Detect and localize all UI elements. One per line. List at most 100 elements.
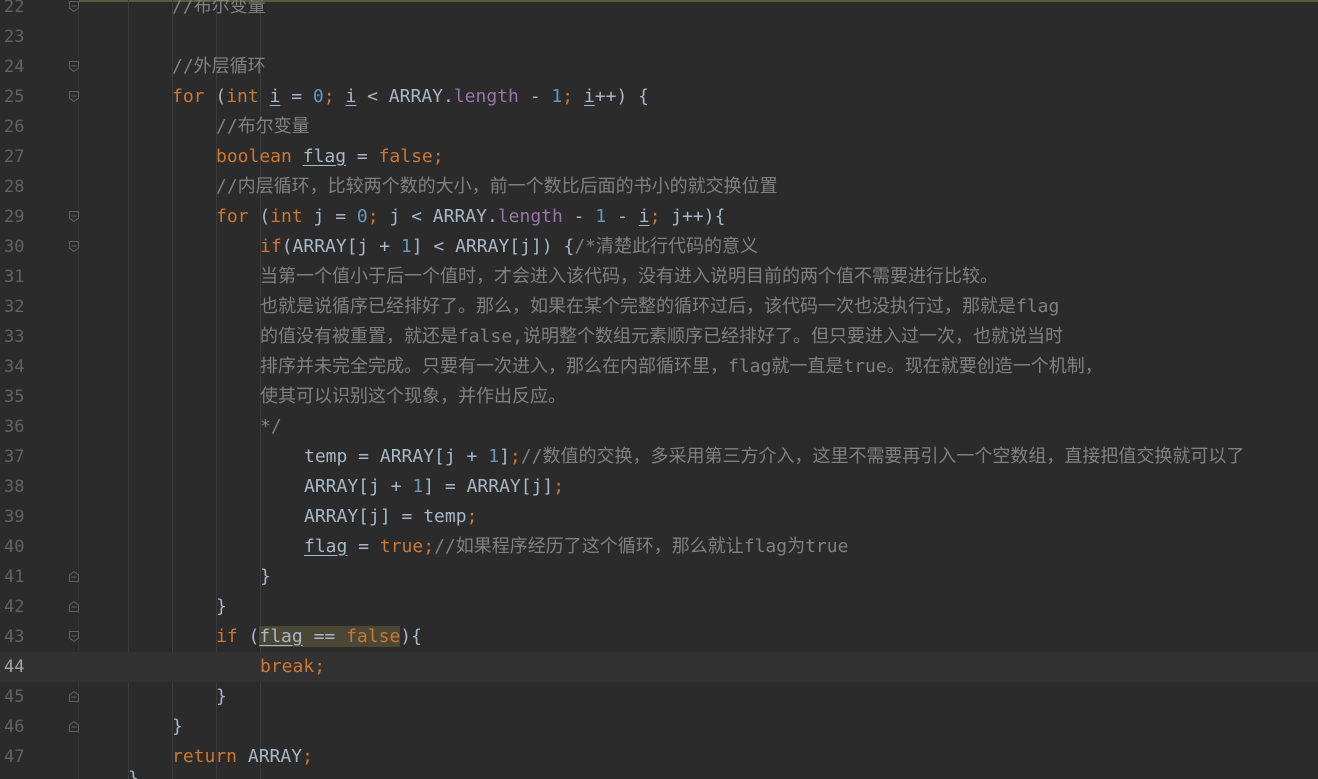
code-text: 也就是说循序已经排好了。那么，如果在某个完整的循环过后，该代码一次也没执行过，那… [260, 292, 1059, 322]
fold-end-icon[interactable] [68, 570, 80, 583]
fold-start-icon[interactable] [68, 90, 80, 103]
code-token: ; [314, 656, 326, 677]
code-token: int [226, 86, 259, 107]
code-token: ; [323, 86, 335, 107]
line-number: 27 [4, 147, 25, 167]
code-line[interactable]: 29 for (int j = 0; j < ARRAY.length - 1 -… [0, 202, 1318, 232]
code-token: //数值的交换，多采用第三方介入，这里不需要再引入一个空数组，直接把值交换就可以… [520, 446, 1245, 467]
code-line[interactable]: 33 的值没有被重置，就还是false,说明整个数组元素顺序已经排好了。但只要进入… [0, 322, 1318, 352]
code-text: //布尔变量 [216, 112, 310, 142]
code-line[interactable]: 45} [0, 682, 1318, 712]
code-token: ; [432, 146, 444, 167]
code-token: //布尔变量 [172, 0, 266, 17]
line-number: 37 [4, 447, 25, 467]
line-number: 32 [4, 297, 25, 317]
code-token: < ARRAY. [356, 86, 454, 107]
code-line[interactable]: 43 if (flag == false){ [0, 622, 1318, 652]
line-number: 38 [4, 477, 25, 497]
code-line[interactable]: 31 当第一个值小于后一个值时，才会进入该代码，没有进入说明目前的两个值不需要进行… [0, 262, 1318, 292]
current-code-line[interactable]: 44 break; [0, 652, 1318, 682]
fold-start-icon[interactable] [68, 60, 80, 73]
line-number: 47 [4, 747, 25, 767]
code-text: //布尔变量 [172, 0, 266, 22]
code-line[interactable]: 30 if(ARRAY[j + 1] < ARRAY[j]) {/*清楚此行代码的… [0, 232, 1318, 262]
code-line[interactable]: 41} [0, 562, 1318, 592]
fold-end-icon[interactable] [68, 600, 80, 613]
fold-end-icon[interactable] [68, 720, 80, 733]
code-text: ARRAY[j] = temp; [304, 502, 477, 532]
code-line[interactable]: 40 flag = true;//如果程序经历了这个循环，那么就让flag为tru… [0, 532, 1318, 562]
code-line[interactable]: 38 ARRAY[j + 1] = ARRAY[j]; [0, 472, 1318, 502]
code-token: boolean [216, 146, 292, 167]
code-token: 0 [312, 86, 324, 107]
code-token: //内层循环，比较两个数的大小，前一个数比后面的书小的就交换位置 [216, 176, 778, 197]
code-token: == [302, 626, 347, 647]
line-number: 36 [4, 417, 25, 437]
code-line[interactable]: 35 使其可以识别这个现象，并作出反应。 [0, 382, 1318, 412]
code-editor[interactable]: 22//布尔变量 23 24//外层循环 25 for (int i = 0; i < … [0, 0, 1318, 779]
code-line[interactable]: 27 boolean flag = false; [0, 142, 1318, 172]
fold-start-icon[interactable] [68, 630, 80, 643]
code-token: 也就是说循序已经排好了。那么，如果在某个完整的循环过后，该代码一次也没执行过，那… [260, 296, 1060, 317]
code-token: */ [260, 416, 282, 437]
code-token: for [172, 86, 205, 107]
code-token: = [280, 86, 313, 107]
code-token: 0 [356, 206, 368, 227]
code-line[interactable]: 47 return ARRAY; [0, 742, 1318, 772]
line-number: 29 [4, 207, 25, 227]
line-number: 43 [4, 627, 25, 647]
code-line[interactable]: 46} [0, 712, 1318, 742]
code-token: for [216, 206, 249, 227]
code-line[interactable]: 23 [0, 22, 1318, 52]
code-text: boolean flag = false; [216, 142, 444, 172]
fold-start-icon[interactable] [68, 210, 80, 223]
code-line[interactable]: 42} [0, 592, 1318, 622]
code-text: if(ARRAY[j + 1] < ARRAY[j]) {/*清楚此行代码的意义 [260, 232, 758, 262]
code-text: 排序并未完全完成。只要有一次进入，那么在内部循环里，flag就一直是true。现… [260, 352, 1103, 382]
code-line[interactable]: 36 */ [0, 412, 1318, 442]
code-token: 的值没有被重置，就还是false,说明整个数组元素顺序已经排好了。但只要进入过一… [260, 326, 1064, 347]
fold-start-icon[interactable] [68, 240, 80, 253]
code-text: 当第一个值小于后一个值时，才会进入该代码，没有进入说明目前的两个值不需要进行比较… [260, 262, 998, 292]
code-line[interactable]: 24 //外层循环 [0, 52, 1318, 82]
code-token: ; [553, 476, 565, 497]
code-token: 1 [595, 206, 607, 227]
code-token: } [172, 716, 183, 737]
code-line[interactable]: 25 for (int i = 0; i < ARRAY.length - 1; … [0, 82, 1318, 112]
code-line[interactable]: 26 //布尔变量 [0, 112, 1318, 142]
code-token: 1 [412, 476, 424, 497]
line-number: 34 [4, 357, 25, 377]
code-line[interactable]: 34 排序并未完全完成。只要有一次进入，那么在内部循环里，flag就一直是true… [0, 352, 1318, 382]
line-number: 30 [4, 237, 25, 257]
code-token: ] = ARRAY[j] [423, 476, 554, 497]
code-line[interactable]: 22 //布尔变量 [0, 0, 1318, 22]
fold-start-icon[interactable] [68, 0, 80, 13]
line-number: 23 [4, 27, 25, 47]
code-token: //布尔变量 [216, 116, 310, 137]
code-token: 1 [551, 86, 563, 107]
line-number: 39 [4, 507, 25, 527]
code-token: break [260, 656, 315, 677]
fold-end-icon[interactable] [68, 690, 80, 703]
code-token: } [260, 566, 271, 587]
code-token: false [378, 146, 433, 167]
code-line[interactable]: 37 temp = ARRAY[j + 1];//数值的交换，多采用第三方介入，这… [0, 442, 1318, 472]
code-token: ARRAY[j + [304, 476, 413, 497]
code-line[interactable]: 32 也就是说循序已经排好了。那么，如果在某个完整的循环过后，该代码一次也没执行过… [0, 292, 1318, 322]
code-token: 1 [488, 446, 500, 467]
code-line[interactable]: 39 ARRAY[j] = temp; [0, 502, 1318, 532]
code-token: flag [302, 146, 347, 167]
line-number: 25 [4, 87, 25, 107]
code-line[interactable]: 28 //内层循环，比较两个数的大小，前一个数比后面的书小的就交换位置 [0, 172, 1318, 202]
code-token: //外层循环 [172, 56, 266, 77]
code-token: i [638, 206, 650, 227]
code-text: } [216, 592, 227, 622]
code-text: temp = ARRAY[j + 1];//数值的交换，多采用第三方介入，这里不… [304, 442, 1244, 472]
code-text: //内层循环，比较两个数的大小，前一个数比后面的书小的就交换位置 [216, 172, 778, 202]
code-token: ( [204, 86, 227, 107]
code-text: 的值没有被重置，就还是false,说明整个数组元素顺序已经排好了。但只要进入过一… [260, 322, 1063, 352]
code-token: ){ [400, 626, 422, 647]
code-text: } [172, 712, 183, 742]
code-text: } [216, 682, 227, 712]
